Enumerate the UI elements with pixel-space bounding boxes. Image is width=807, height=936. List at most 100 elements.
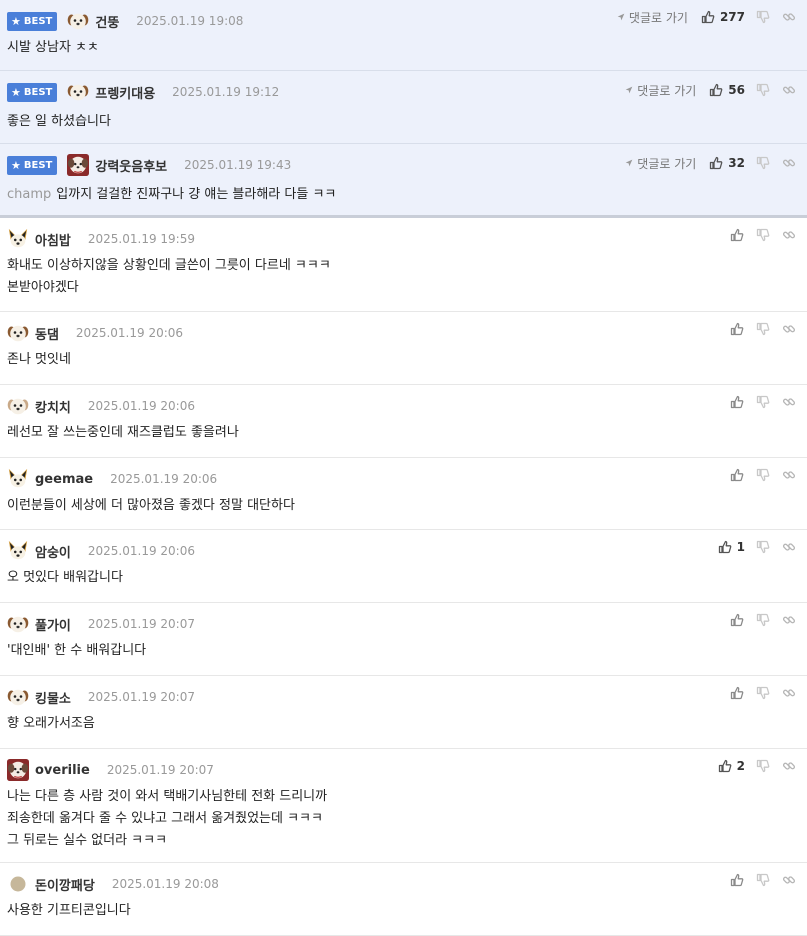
- avatar-icon[interactable]: [7, 322, 29, 344]
- like-button[interactable]: 2: [717, 758, 745, 774]
- link-icon[interactable]: [781, 9, 797, 25]
- comment-header: 풀가이 2025.01.19 20:07: [7, 613, 195, 635]
- comment-header: 아침밥 2025.01.19 19:59: [7, 228, 195, 250]
- comment-body: 레선모 잘 쓰는중인데 재즈클럽도 좋을려나: [7, 422, 239, 444]
- goto-comment-link[interactable]: 댓글로 가기: [625, 82, 696, 99]
- like-button[interactable]: [729, 321, 745, 337]
- author-nickname[interactable]: 동댐: [35, 324, 59, 343]
- like-button[interactable]: [729, 872, 745, 888]
- goto-comment-link[interactable]: 댓글로 가기: [617, 9, 688, 26]
- comment-text-line: champ 입까지 걸걸한 진짜구나 걍 얘는 블라해라 다들 ㅋㅋ: [7, 184, 336, 206]
- thumbs-down-icon[interactable]: [755, 758, 771, 774]
- star-icon: ★: [11, 85, 21, 99]
- link-icon[interactable]: [781, 227, 797, 243]
- avatar-icon[interactable]: [7, 395, 29, 417]
- comment-text: '대인배' 한 수 배워갑니다: [7, 643, 147, 658]
- avatar-icon[interactable]: [7, 540, 29, 562]
- link-icon[interactable]: [781, 539, 797, 555]
- comment-text-line: 본받아야겠다: [7, 277, 331, 299]
- like-button[interactable]: 56: [708, 82, 745, 98]
- thumbs-down-icon[interactable]: [755, 467, 771, 483]
- link-icon[interactable]: [781, 321, 797, 337]
- thumbs-down-icon[interactable]: [755, 612, 771, 628]
- avatar-icon[interactable]: [67, 81, 89, 103]
- navigate-arrow-icon: [625, 157, 637, 169]
- comment-actions: [729, 320, 797, 338]
- thumbs-down-icon[interactable]: [755, 685, 771, 701]
- like-button[interactable]: 1: [717, 539, 745, 555]
- like-button[interactable]: [729, 685, 745, 701]
- comment-text: 존나 멋잇네: [7, 352, 71, 367]
- link-icon[interactable]: [781, 82, 797, 98]
- author-nickname[interactable]: 아침밥: [35, 230, 71, 249]
- avatar-icon[interactable]: [7, 228, 29, 250]
- link-icon[interactable]: [781, 394, 797, 410]
- comment-list: ★ BEST 건뚱 2025.01.19 19:08 시발 상남자 ㅊㅊ 댓글로 가기 2…: [0, 0, 807, 936]
- link-icon[interactable]: [781, 467, 797, 483]
- like-button[interactable]: 32: [708, 155, 745, 171]
- avatar-icon[interactable]: [67, 154, 90, 176]
- comment-body: 존나 멋잇네: [7, 349, 71, 371]
- like-button[interactable]: [729, 467, 745, 483]
- avatar-icon[interactable]: [7, 613, 29, 635]
- link-icon[interactable]: [781, 612, 797, 628]
- comment: overilie 2025.01.19 20:07 나는 다른 층 사람 것이 와서…: [0, 749, 807, 863]
- comment-header: 킹물소 2025.01.19 20:07: [7, 686, 195, 708]
- comment-text: 나는 다른 층 사람 것이 와서 택배기사님한테 전화 드리니까: [7, 789, 328, 804]
- link-icon[interactable]: [781, 685, 797, 701]
- comment-actions: [729, 684, 797, 702]
- link-icon[interactable]: [781, 758, 797, 774]
- goto-comment-link[interactable]: 댓글로 가기: [625, 155, 696, 172]
- avatar-icon[interactable]: [7, 686, 29, 708]
- comment-actions: 1: [717, 538, 797, 556]
- author-nickname[interactable]: 암숭이: [35, 542, 71, 561]
- thumbs-down-icon[interactable]: [755, 227, 771, 243]
- like-button[interactable]: [729, 227, 745, 243]
- comment-text-line: 나는 다른 층 사람 것이 와서 택배기사님한테 전화 드리니까: [7, 786, 327, 808]
- author-nickname[interactable]: 강력웃음후보: [95, 156, 167, 175]
- author-nickname[interactable]: 건뚱: [95, 12, 119, 31]
- comment-date: 2025.01.19 19:59: [87, 232, 195, 246]
- avatar-icon[interactable]: [7, 759, 29, 781]
- comment-header: ★ BEST 건뚱 2025.01.19 19:08: [7, 10, 243, 32]
- comment-text-line: 화내도 이상하지않을 상황인데 글쓴이 그릇이 다르네 ㅋㅋㅋ: [7, 255, 331, 277]
- like-button[interactable]: [729, 612, 745, 628]
- comment-date: 2025.01.19 20:06: [75, 326, 184, 340]
- best-comment: ★ BEST 프렝키대용 2025.01.19 19:12 좋은 일 하셨습니다 댓글로…: [0, 71, 807, 144]
- author-nickname[interactable]: overilie: [35, 763, 90, 778]
- thumbs-down-icon[interactable]: [755, 394, 771, 410]
- comment-text: 사용한 기프티콘입니다: [7, 903, 131, 918]
- avatar-icon[interactable]: [7, 873, 29, 895]
- author-nickname[interactable]: 킹물소: [35, 688, 71, 707]
- comment-text: 죄송한데 옮겨다 줄 수 있냐고 그래서 옮겨줬었는데 ㅋㅋㅋ: [7, 811, 323, 826]
- thumbs-down-icon[interactable]: [755, 872, 771, 888]
- like-button[interactable]: [729, 394, 745, 410]
- comment-text-line: 그 뒤로는 실수 없더라 ㅋㅋㅋ: [7, 830, 327, 852]
- best-badge: ★ BEST: [7, 155, 58, 175]
- author-nickname[interactable]: 풀가이: [35, 615, 71, 634]
- comment-date: 2025.01.19 20:08: [111, 877, 219, 891]
- author-nickname[interactable]: 캉치치: [35, 397, 71, 416]
- goto-comment-label: 댓글로 가기: [637, 156, 697, 171]
- avatar-icon[interactable]: [7, 468, 29, 490]
- author-nickname[interactable]: 프렝키대용: [95, 83, 155, 102]
- link-icon[interactable]: [781, 872, 797, 888]
- comment-text-line: 오 멋있다 배워갑니다: [7, 567, 123, 589]
- best-badge-label: BEST: [23, 86, 53, 98]
- thumbs-up-icon: [729, 321, 745, 337]
- goto-comment-label: 댓글로 가기: [628, 10, 688, 25]
- comment-body: champ 입까지 걸걸한 진짜구나 걍 얘는 블라해라 다들 ㅋㅋ: [7, 184, 336, 206]
- comment-header: ★ BEST 프렝키대용 2025.01.19 19:12: [7, 81, 279, 103]
- author-nickname[interactable]: geemae: [35, 472, 93, 487]
- avatar-icon[interactable]: [67, 10, 89, 32]
- comment-text: 레선모 잘 쓰는중인데 재즈클럽도 좋을려나: [7, 425, 239, 440]
- like-button[interactable]: 277: [700, 9, 745, 25]
- author-nickname[interactable]: 돈이깡패당: [35, 875, 95, 894]
- link-icon[interactable]: [781, 155, 797, 171]
- comment-text-line: 사용한 기프티콘입니다: [7, 900, 131, 922]
- thumbs-down-icon[interactable]: [755, 321, 771, 337]
- thumbs-down-icon[interactable]: [755, 9, 771, 25]
- thumbs-down-icon[interactable]: [755, 155, 771, 171]
- thumbs-down-icon[interactable]: [755, 539, 771, 555]
- thumbs-down-icon[interactable]: [755, 82, 771, 98]
